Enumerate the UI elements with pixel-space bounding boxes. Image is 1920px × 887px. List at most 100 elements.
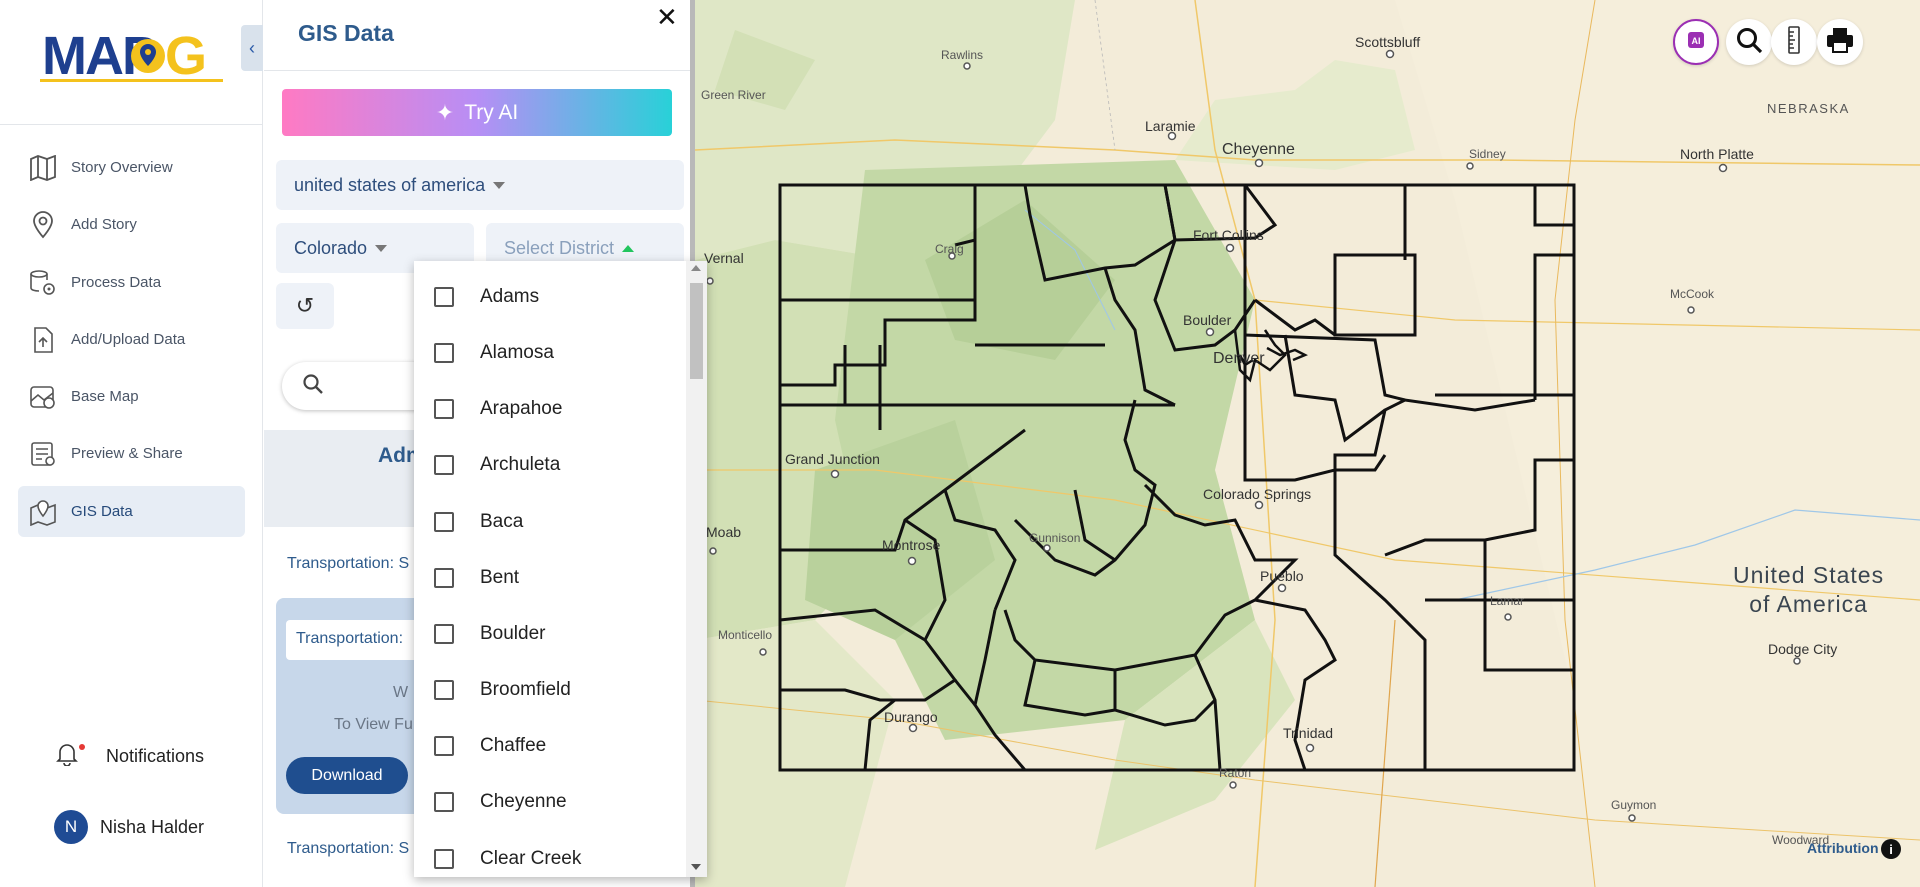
scrollbar-thumb[interactable] xyxy=(690,283,703,379)
district-option[interactable]: Clear Creek xyxy=(414,831,684,877)
download-button[interactable]: Download xyxy=(286,757,408,794)
nav-item-gis-data[interactable]: GIS Data xyxy=(18,486,245,537)
checkbox[interactable] xyxy=(434,792,454,812)
preview-icon xyxy=(28,439,58,469)
collapse-sidebar-button[interactable]: ‹ xyxy=(241,25,263,71)
place-label: Rawlins xyxy=(941,48,984,62)
option-label: Cheyenne xyxy=(480,791,567,812)
nav-item-add-upload-data[interactable]: Add/Upload Data xyxy=(18,314,245,365)
notifications-button[interactable]: Notifications xyxy=(56,742,204,771)
try-ai-button[interactable]: ✦ Try AI xyxy=(282,89,672,136)
place-label: Craig xyxy=(935,242,964,256)
attribution-link[interactable]: Attribution xyxy=(1807,840,1879,856)
caret-down-icon xyxy=(375,244,388,252)
district-option[interactable]: Baca xyxy=(414,494,684,550)
checkbox[interactable] xyxy=(434,568,454,588)
nav-item-base-map[interactable]: Base Map xyxy=(18,371,245,422)
dataset-title[interactable]: Transportation: S xyxy=(287,840,409,858)
place-label: Pueblo xyxy=(1260,568,1304,584)
district-placeholder: Select District xyxy=(504,237,615,258)
map-search-button[interactable] xyxy=(1726,19,1772,65)
country-select[interactable]: united states of america xyxy=(276,160,684,210)
district-option[interactable]: Alamosa xyxy=(414,325,684,381)
printer-icon xyxy=(1825,26,1855,59)
place-label: Denver xyxy=(1213,350,1265,367)
nav-item-add-story[interactable]: Add Story xyxy=(18,199,245,250)
nav-item-label: Add Story xyxy=(71,216,137,233)
panel-title: GIS Data xyxy=(298,20,394,46)
user-profile[interactable]: N Nisha Halder xyxy=(54,810,204,844)
district-option[interactable]: Arapahoe xyxy=(414,381,684,437)
dataset-card-text: To View Fu xyxy=(334,716,413,733)
district-option[interactable]: Chaffee xyxy=(414,718,684,774)
nav-item-label: GIS Data xyxy=(71,503,133,520)
place-label: Durango xyxy=(884,709,938,725)
option-label: Bent xyxy=(480,567,520,588)
map-canvas[interactable]: Scottsbluff Rawlins Green River Laramie … xyxy=(695,0,1920,887)
place-label: Fort Collins xyxy=(1193,227,1264,243)
ai-map-button[interactable]: AI xyxy=(1673,19,1719,65)
district-option[interactable]: Bent xyxy=(414,550,684,606)
option-label: Broomfield xyxy=(480,679,571,700)
checkbox[interactable] xyxy=(434,287,454,307)
checkbox[interactable] xyxy=(434,624,454,644)
district-dropdown-list: Adams Alamosa Arapahoe Archuleta Baca Be… xyxy=(414,261,707,877)
checkbox[interactable] xyxy=(434,512,454,532)
nav-item-preview-share[interactable]: Preview & Share xyxy=(18,428,245,479)
ruler-icon xyxy=(1786,25,1802,59)
district-option[interactable]: Cheyenne xyxy=(414,774,684,830)
print-button[interactable] xyxy=(1817,19,1863,65)
region-label: NEBRASKA xyxy=(1767,101,1850,116)
close-icon[interactable]: ✕ xyxy=(656,2,678,33)
left-navigation: MAP G Story Overview Add Story Process D… xyxy=(0,0,263,887)
option-label: Archuleta xyxy=(480,454,561,475)
place-label: Lamar xyxy=(1490,594,1525,608)
map-icon xyxy=(28,153,58,183)
state-value: Colorado xyxy=(294,237,368,258)
nav-item-story-overview[interactable]: Story Overview xyxy=(18,142,245,193)
place-label: Guymon xyxy=(1611,798,1657,812)
checkbox[interactable] xyxy=(434,736,454,756)
checkbox[interactable] xyxy=(434,849,454,869)
info-icon[interactable]: i xyxy=(1881,839,1901,859)
checkbox[interactable] xyxy=(434,399,454,419)
gear-stack-icon xyxy=(28,268,58,298)
place-label: Laramie xyxy=(1145,118,1196,134)
option-label: Clear Creek xyxy=(480,848,582,869)
place-label: Boulder xyxy=(1183,312,1232,328)
notification-dot xyxy=(79,744,85,750)
district-option[interactable]: Archuleta xyxy=(414,437,684,493)
district-option[interactable]: Adams xyxy=(414,269,684,325)
country-value: united states of america xyxy=(294,174,486,195)
dropdown-scrollbar[interactable] xyxy=(686,261,707,877)
measure-button[interactable] xyxy=(1771,19,1817,65)
scroll-up-icon[interactable] xyxy=(691,265,701,271)
upload-icon xyxy=(28,325,58,355)
option-label: Arapahoe xyxy=(480,398,563,419)
caret-down-icon xyxy=(493,181,506,189)
district-option[interactable]: Broomfield xyxy=(414,662,684,718)
option-label: Boulder xyxy=(480,623,546,644)
option-label: Chaffee xyxy=(480,735,547,756)
district-option[interactable]: Boulder xyxy=(414,606,684,662)
checkbox[interactable] xyxy=(434,680,454,700)
option-label: Adams xyxy=(480,286,540,307)
option-label: Alamosa xyxy=(480,342,554,363)
checkbox[interactable] xyxy=(434,343,454,363)
reset-button[interactable]: ↺ xyxy=(276,283,334,329)
place-label: North Platte xyxy=(1680,146,1754,162)
sparkle-icon: ✦ xyxy=(435,99,455,125)
panel-divider xyxy=(264,70,692,71)
mapog-logo[interactable]: MAP G xyxy=(40,22,225,86)
dataset-title[interactable]: Transportation: S xyxy=(287,555,409,573)
scroll-down-icon[interactable] xyxy=(691,864,701,870)
avatar: N xyxy=(54,810,88,844)
notifications-label: Notifications xyxy=(106,746,205,766)
svg-text:AI: AI xyxy=(1692,36,1701,46)
checkbox[interactable] xyxy=(434,455,454,475)
place-label: McCook xyxy=(1670,287,1715,301)
nav-item-process-data[interactable]: Process Data xyxy=(18,257,245,308)
search-icon xyxy=(302,373,324,400)
svg-text:G: G xyxy=(165,26,207,86)
place-label: Scottsbluff xyxy=(1355,34,1421,50)
